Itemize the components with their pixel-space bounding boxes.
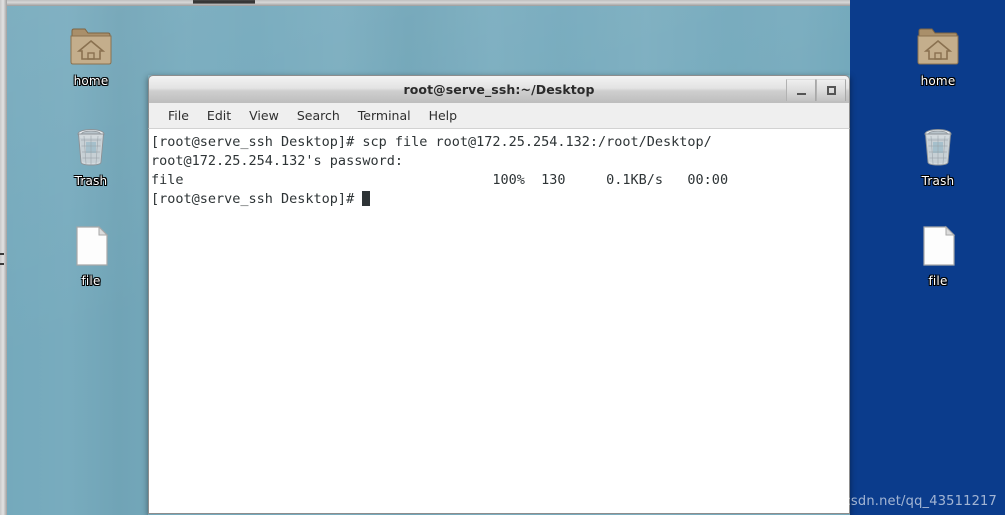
menu-item-edit[interactable]: Edit: [198, 106, 240, 125]
maximize-button[interactable]: [816, 79, 846, 101]
desktop-icon-home-right[interactable]: home: [895, 22, 981, 88]
document-icon: [76, 225, 109, 266]
terminal-menubar: File Edit View Search Terminal Help: [148, 103, 850, 129]
desktop-icon-label: file: [928, 274, 948, 288]
menu-item-file[interactable]: File: [159, 106, 198, 125]
window-title: root@serve_ssh:~/Desktop: [403, 82, 595, 97]
minimize-button[interactable]: [786, 79, 816, 101]
terminal-output-area[interactable]: [root@serve_ssh Desktop]# scp file root@…: [148, 129, 850, 514]
screen-edge-ticks: [0, 253, 7, 275]
terminal-prompt-line: [root@serve_ssh Desktop]#: [151, 190, 849, 209]
desktop-icon-home-left[interactable]: home: [48, 22, 134, 88]
terminal-cursor: [362, 191, 371, 206]
menu-item-view[interactable]: View: [240, 106, 288, 125]
desktop-icon-label: Trash: [74, 174, 108, 188]
folder-home-icon: [917, 28, 959, 65]
terminal-window[interactable]: root@serve_ssh:~/Desktop File Edit View …: [148, 75, 850, 515]
terminal-titlebar[interactable]: root@serve_ssh:~/Desktop: [148, 75, 850, 103]
minimize-icon: [796, 93, 806, 95]
terminal-line: file 100% 130 0.1KB/s 00:00: [151, 172, 729, 188]
terminal-line: root@172.25.254.132's password:: [151, 153, 403, 169]
desktop-icon-trash-left[interactable]: Trash: [48, 122, 134, 188]
screen-edge-top: [0, 0, 850, 6]
desktop-icon-label: home: [73, 74, 109, 88]
maximize-icon: [826, 86, 836, 95]
desktop-icon-label: home: [920, 74, 956, 88]
menu-item-terminal[interactable]: Terminal: [349, 106, 420, 125]
desktop-icon-file-right[interactable]: file: [895, 222, 981, 288]
menu-item-search[interactable]: Search: [288, 106, 349, 125]
window-controls: [786, 79, 846, 101]
desktop-icon-trash-right[interactable]: Trash: [895, 122, 981, 188]
background-window-sliver[interactable]: [193, 0, 255, 4]
desktop-icon-file-left[interactable]: file: [48, 222, 134, 288]
desktop-icon-label: file: [81, 274, 101, 288]
document-icon: [923, 225, 956, 266]
trash-bin-icon: [924, 129, 952, 166]
menu-item-help[interactable]: Help: [420, 106, 467, 125]
folder-home-icon: [70, 28, 112, 65]
terminal-prompt-text: [root@serve_ssh Desktop]#: [151, 191, 363, 207]
trash-bin-icon: [77, 129, 105, 166]
screen: home Trash file home Trash file root@ser…: [0, 0, 1005, 515]
terminal-line: [root@serve_ssh Desktop]# scp file root@…: [151, 134, 712, 150]
desktop-icon-label: Trash: [921, 174, 955, 188]
watermark-text: https://blog.csdn.net/qq_43511217: [762, 494, 997, 509]
